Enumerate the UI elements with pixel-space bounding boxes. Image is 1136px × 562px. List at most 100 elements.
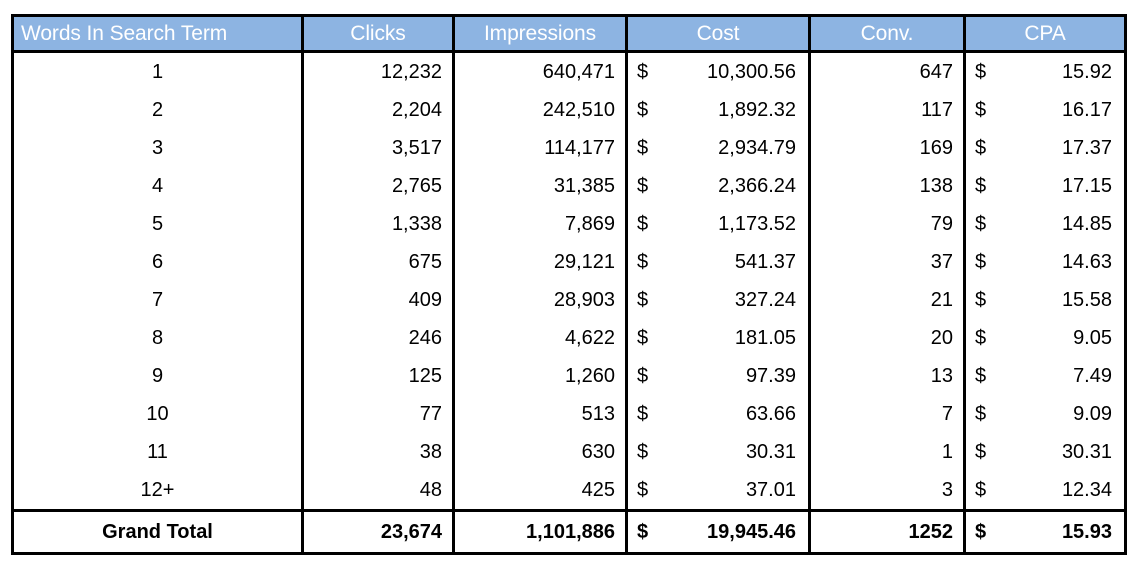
cell-clicks[interactable]: 675: [301, 243, 455, 281]
table-row[interactable]: 9 125 1,260 $97.39 13 $7.49: [11, 357, 1127, 395]
cell-conv[interactable]: 7: [808, 395, 966, 433]
cell-clicks[interactable]: 2,765: [301, 167, 455, 205]
cell-words-in-search-term[interactable]: 2: [11, 91, 304, 129]
currency-symbol: $: [637, 521, 649, 543]
cell-conv[interactable]: 138: [808, 167, 966, 205]
table-row[interactable]: 1 12,232 640,471 $10,300.56 647 $15.92: [11, 51, 1127, 91]
cell-clicks[interactable]: 77: [301, 395, 455, 433]
cell-cost[interactable]: $1,173.52: [625, 205, 811, 243]
table-row[interactable]: 11 38 630 $30.31 1 $30.31: [11, 433, 1127, 471]
table-row[interactable]: 2 2,204 242,510 $1,892.32 117 $16.17: [11, 91, 1127, 129]
table-row[interactable]: 10 77 513 $63.66 7 $9.09: [11, 395, 1127, 433]
cell-words-in-search-term[interactable]: 4: [11, 167, 304, 205]
cell-cost[interactable]: $2,366.24: [625, 167, 811, 205]
cell-conv[interactable]: 1: [808, 433, 966, 471]
column-header-clicks[interactable]: Clicks: [301, 14, 455, 53]
cell-impressions[interactable]: 31,385: [452, 167, 628, 205]
cell-grand-total-conv[interactable]: 1252: [808, 509, 966, 555]
cell-impressions[interactable]: 114,177: [452, 129, 628, 167]
cell-grand-total-impressions[interactable]: 1,101,886: [452, 509, 628, 555]
cell-clicks[interactable]: 12,232: [301, 51, 455, 91]
cell-clicks[interactable]: 2,204: [301, 91, 455, 129]
cell-impressions[interactable]: 630: [452, 433, 628, 471]
cell-impressions[interactable]: 28,903: [452, 281, 628, 319]
cell-cost[interactable]: $181.05: [625, 319, 811, 357]
table-row[interactable]: 4 2,765 31,385 $2,366.24 138 $17.15: [11, 167, 1127, 205]
cell-cpa[interactable]: $7.49: [963, 357, 1127, 395]
cell-clicks[interactable]: 48: [301, 471, 455, 511]
cell-words-in-search-term[interactable]: 5: [11, 205, 304, 243]
column-header-conv[interactable]: Conv.: [808, 14, 966, 53]
cell-clicks[interactable]: 3,517: [301, 129, 455, 167]
cell-conv[interactable]: 79: [808, 205, 966, 243]
cell-cpa[interactable]: $12.34: [963, 471, 1127, 511]
cell-cost[interactable]: $30.31: [625, 433, 811, 471]
cell-clicks[interactable]: 246: [301, 319, 455, 357]
cell-cost[interactable]: $10,300.56: [625, 51, 811, 91]
column-header-cost[interactable]: Cost: [625, 14, 811, 53]
cell-impressions[interactable]: 7,869: [452, 205, 628, 243]
cell-words-in-search-term[interactable]: 10: [11, 395, 304, 433]
currency-value: 97.39: [745, 365, 796, 387]
cell-impressions[interactable]: 513: [452, 395, 628, 433]
table-row[interactable]: 6 675 29,121 $541.37 37 $14.63: [11, 243, 1127, 281]
cell-impressions[interactable]: 640,471: [452, 51, 628, 91]
cell-words-in-search-term[interactable]: 8: [11, 319, 304, 357]
cell-words-in-search-term[interactable]: 1: [11, 51, 304, 91]
table-row[interactable]: 7 409 28,903 $327.24 21 $15.58: [11, 281, 1127, 319]
cell-cost[interactable]: $541.37: [625, 243, 811, 281]
cell-words-in-search-term[interactable]: 11: [11, 433, 304, 471]
table-row[interactable]: 5 1,338 7,869 $1,173.52 79 $14.85: [11, 205, 1127, 243]
cell-impressions[interactable]: 242,510: [452, 91, 628, 129]
cell-cost[interactable]: $2,934.79: [625, 129, 811, 167]
cell-conv[interactable]: 169: [808, 129, 966, 167]
cell-words-in-search-term[interactable]: 6: [11, 243, 304, 281]
cell-impressions[interactable]: 1,260: [452, 357, 628, 395]
cell-cpa[interactable]: $17.37: [963, 129, 1127, 167]
cell-words-in-search-term[interactable]: 12+: [11, 471, 304, 511]
cell-grand-total-clicks[interactable]: 23,674: [301, 509, 455, 555]
cell-cost[interactable]: $97.39: [625, 357, 811, 395]
table-row[interactable]: 8 246 4,622 $181.05 20 $9.05: [11, 319, 1127, 357]
cell-impressions[interactable]: 29,121: [452, 243, 628, 281]
cell-clicks[interactable]: 409: [301, 281, 455, 319]
cell-cost[interactable]: $327.24: [625, 281, 811, 319]
cell-cpa[interactable]: $16.17: [963, 91, 1127, 129]
cell-cpa[interactable]: $17.15: [963, 167, 1127, 205]
cell-conv[interactable]: 647: [808, 51, 966, 91]
cell-cpa[interactable]: $14.85: [963, 205, 1127, 243]
cell-cpa[interactable]: $30.31: [963, 433, 1127, 471]
grand-total-row[interactable]: Grand Total 23,674 1,101,886 $19,945.46 1252…: [11, 509, 1127, 555]
cell-grand-total-cpa[interactable]: $15.93: [963, 509, 1127, 555]
cell-cpa[interactable]: $15.58: [963, 281, 1127, 319]
cell-cpa[interactable]: $9.05: [963, 319, 1127, 357]
cell-words-in-search-term[interactable]: 9: [11, 357, 304, 395]
column-header-cpa[interactable]: CPA: [963, 14, 1127, 53]
cell-cpa[interactable]: $9.09: [963, 395, 1127, 433]
cell-words-in-search-term[interactable]: 7: [11, 281, 304, 319]
cell-conv[interactable]: 21: [808, 281, 966, 319]
cell-impressions[interactable]: 4,622: [452, 319, 628, 357]
cell-words-in-search-term[interactable]: 3: [11, 129, 304, 167]
cell-conv[interactable]: 20: [808, 319, 966, 357]
cell-grand-total-cost[interactable]: $19,945.46: [625, 509, 811, 555]
column-header-impressions[interactable]: Impressions: [452, 14, 628, 53]
table-row[interactable]: 12+ 48 425 $37.01 3 $12.34: [11, 471, 1127, 511]
cell-conv[interactable]: 3: [808, 471, 966, 511]
cell-clicks[interactable]: 1,338: [301, 205, 455, 243]
cell-cost[interactable]: $37.01: [625, 471, 811, 511]
cell-clicks[interactable]: 125: [301, 357, 455, 395]
cell-cpa[interactable]: $14.63: [963, 243, 1127, 281]
cell-impressions[interactable]: 425: [452, 471, 628, 511]
cell-conv[interactable]: 13: [808, 357, 966, 395]
cell-conv[interactable]: 37: [808, 243, 966, 281]
cell-cost[interactable]: $1,892.32: [625, 91, 811, 129]
cell-cost[interactable]: $63.66: [625, 395, 811, 433]
cell-grand-total-label[interactable]: Grand Total: [11, 509, 304, 555]
currency-value: 1,892.32: [718, 99, 796, 121]
column-header-words-in-search-term[interactable]: Words In Search Term: [11, 14, 304, 53]
cell-clicks[interactable]: 38: [301, 433, 455, 471]
cell-conv[interactable]: 117: [808, 91, 966, 129]
cell-cpa[interactable]: $15.92: [963, 51, 1127, 91]
table-row[interactable]: 3 3,517 114,177 $2,934.79 169 $17.37: [11, 129, 1127, 167]
